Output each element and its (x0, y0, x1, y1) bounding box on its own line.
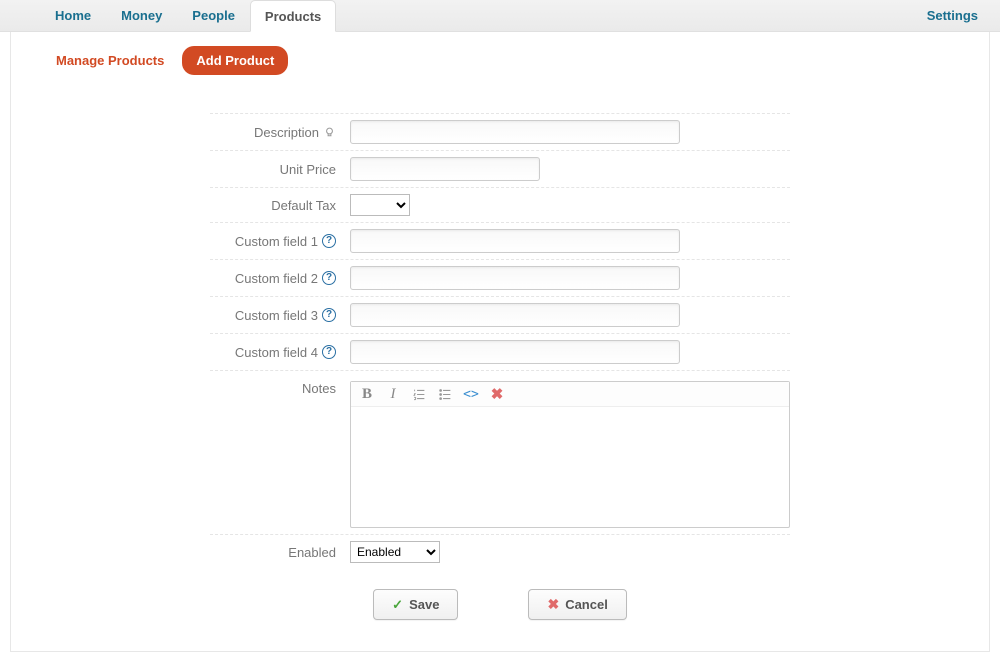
custom4-input[interactable] (350, 340, 680, 364)
save-button[interactable]: ✓ Save (373, 589, 458, 620)
enabled-label: Enabled (288, 545, 336, 560)
subnav: Manage Products Add Product (11, 32, 989, 89)
help-icon: ? (322, 308, 336, 322)
description-input[interactable] (350, 120, 680, 144)
save-button-label: Save (409, 597, 439, 612)
custom2-input[interactable] (350, 266, 680, 290)
nav-people[interactable]: People (177, 0, 250, 31)
clear-icon[interactable]: ✖ (489, 386, 505, 402)
top-nav: Home Money People Products Settings (0, 0, 1000, 32)
ordered-list-icon[interactable] (411, 386, 427, 402)
italic-icon[interactable]: I (385, 386, 401, 402)
custom3-label: Custom field 3 (235, 308, 318, 323)
close-icon: ✖ (547, 596, 559, 613)
manage-products-link[interactable]: Manage Products (56, 53, 164, 68)
product-form: Description Unit Price (210, 113, 790, 650)
nav-home[interactable]: Home (40, 0, 106, 31)
default-tax-label: Default Tax (271, 198, 336, 213)
nav-money[interactable]: Money (106, 0, 177, 31)
custom4-label: Custom field 4 (235, 345, 318, 360)
custom1-label: Custom field 1 (235, 234, 318, 249)
notes-textarea[interactable] (351, 407, 789, 527)
unordered-list-icon[interactable] (437, 386, 453, 402)
notes-label: Notes (302, 381, 336, 396)
unit-price-input[interactable] (350, 157, 540, 181)
notes-editor: B I (350, 381, 790, 528)
page-body: Manage Products Add Product Description … (10, 32, 990, 652)
custom1-input[interactable] (350, 229, 680, 253)
cancel-button-label: Cancel (565, 597, 608, 612)
add-product-button[interactable]: Add Product (182, 46, 288, 75)
help-icon: ? (322, 345, 336, 359)
form-actions: ✓ Save ✖ Cancel (210, 569, 790, 650)
help-icon: ? (322, 234, 336, 248)
custom3-input[interactable] (350, 303, 680, 327)
nav-products[interactable]: Products (250, 0, 336, 32)
custom2-label: Custom field 2 (235, 271, 318, 286)
lightbulb-icon (323, 126, 336, 139)
help-icon: ? (322, 271, 336, 285)
check-icon: ✓ (392, 597, 403, 613)
unit-price-label: Unit Price (280, 162, 336, 177)
editor-toolbar: B I (351, 382, 789, 407)
cancel-button[interactable]: ✖ Cancel (528, 589, 626, 620)
description-label: Description (254, 125, 319, 140)
bold-icon[interactable]: B (359, 386, 375, 402)
code-icon[interactable]: <> (463, 386, 479, 402)
default-tax-select[interactable] (350, 194, 410, 216)
nav-settings[interactable]: Settings (927, 8, 978, 23)
enabled-select[interactable]: Enabled (350, 541, 440, 563)
